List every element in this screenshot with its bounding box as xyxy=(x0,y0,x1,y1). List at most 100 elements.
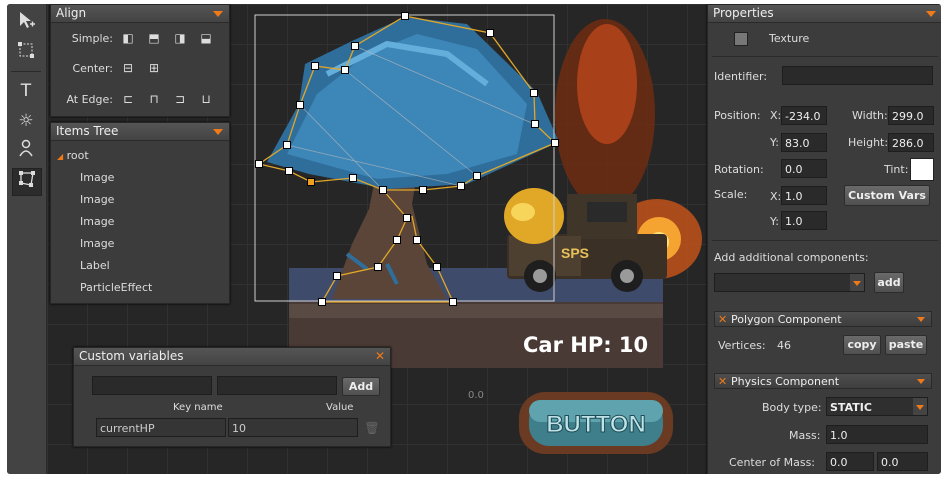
collapse-icon[interactable] xyxy=(213,11,223,17)
tree-root-label: root xyxy=(66,149,89,162)
close-icon[interactable]: ✕ xyxy=(375,348,385,365)
remove-icon[interactable]: ✕ xyxy=(718,374,727,390)
edge-right-icon[interactable]: ⊐ xyxy=(172,92,188,106)
scale-y-input[interactable]: 1.0 xyxy=(781,211,827,230)
vertex-handle[interactable] xyxy=(457,182,465,190)
rotation-input[interactable]: 0.0 xyxy=(781,159,827,178)
vertex-handle[interactable] xyxy=(351,42,359,50)
tree-root[interactable]: ◢ root xyxy=(57,149,89,162)
collapse-icon[interactable] xyxy=(213,129,223,135)
position-y-input[interactable]: 83.0 xyxy=(781,133,827,152)
tint-color-swatch[interactable] xyxy=(910,158,934,181)
value-input[interactable] xyxy=(217,376,337,395)
align-bottom-icon[interactable]: ⬓ xyxy=(198,31,214,45)
vertex-handle[interactable] xyxy=(374,263,382,271)
toolbar-divider xyxy=(11,71,41,72)
edge-bottom-icon[interactable]: ⊔ xyxy=(198,92,214,106)
properties-panel: Properties Texture Identifier: Position:… xyxy=(707,4,941,474)
collapse-icon[interactable] xyxy=(926,11,936,17)
key-name-input[interactable] xyxy=(92,376,212,395)
vertex-handle[interactable] xyxy=(551,139,559,147)
expand-arrow-icon[interactable]: ◢ xyxy=(57,152,63,161)
person-tool-icon[interactable] xyxy=(12,138,40,164)
vertex-handle[interactable] xyxy=(393,236,401,244)
polygon-component-header[interactable]: ✕ Polygon Component xyxy=(714,311,932,327)
center-of-mass-y-input[interactable]: 0.0 xyxy=(877,452,928,471)
center-of-mass-x-input[interactable]: 0.0 xyxy=(826,452,874,471)
vertex-handle[interactable] xyxy=(296,101,304,109)
text-tool-icon[interactable]: T xyxy=(12,78,40,104)
tree-item-image-1[interactable]: Image xyxy=(80,171,114,184)
vertex-handle[interactable] xyxy=(311,62,319,70)
collapse-icon[interactable] xyxy=(917,379,925,384)
align-center-vertical-icon[interactable]: ⊞ xyxy=(146,61,162,75)
remove-icon[interactable]: ✕ xyxy=(718,312,727,328)
width-input[interactable]: 299.0 xyxy=(888,106,934,125)
edge-top-icon[interactable]: ⊓ xyxy=(146,92,162,106)
vertex-handle[interactable] xyxy=(403,214,411,222)
vertex-handle[interactable] xyxy=(318,298,326,306)
vertex-handle[interactable] xyxy=(530,89,538,97)
transform-tool-icon[interactable] xyxy=(12,40,40,66)
add-variable-button[interactable]: Add xyxy=(342,377,380,396)
physics-component-title: Physics Component xyxy=(731,375,840,388)
paste-button[interactable]: paste xyxy=(885,335,927,355)
custom-vars-button[interactable]: Custom Vars xyxy=(844,185,930,206)
hp-label[interactable]: Car HP: 10 xyxy=(523,333,648,357)
physics-component-header[interactable]: ✕ Physics Component xyxy=(714,373,932,389)
tree-item-image-4[interactable]: Image xyxy=(80,237,114,250)
vertex-handle[interactable] xyxy=(486,29,494,37)
variable-value-cell[interactable]: 10 xyxy=(228,418,358,437)
tree-item-label[interactable]: Label xyxy=(80,259,110,272)
align-left-icon[interactable]: ◧ xyxy=(120,31,136,45)
edge-left-icon[interactable]: ⊏ xyxy=(120,92,136,106)
component-select[interactable] xyxy=(714,273,865,292)
vertex-handle[interactable] xyxy=(401,12,409,20)
vertex-handle[interactable] xyxy=(531,120,539,128)
height-input[interactable]: 286.0 xyxy=(888,133,934,152)
vertex-handle[interactable] xyxy=(449,298,457,306)
vertex-handle[interactable] xyxy=(333,272,341,280)
vertex-handle[interactable] xyxy=(379,186,387,194)
tree-item-image-3[interactable]: Image xyxy=(80,215,114,228)
vertex-handle[interactable] xyxy=(283,141,291,149)
light-tool-icon[interactable]: ☼ xyxy=(12,108,40,134)
position-x-input[interactable]: -234.0 xyxy=(781,106,827,125)
chevron-down-icon xyxy=(913,398,927,415)
position-label: Position: xyxy=(714,109,761,122)
align-top-icon[interactable]: ⬒ xyxy=(146,31,162,45)
vertex-handle[interactable] xyxy=(349,174,357,182)
body-type-select[interactable]: STATIC xyxy=(826,397,928,416)
vertex-handle[interactable] xyxy=(307,178,315,186)
align-right-icon[interactable]: ◨ xyxy=(172,31,188,45)
align-title: Align xyxy=(56,6,87,20)
scale-x-input[interactable]: 1.0 xyxy=(781,186,827,205)
collapse-icon[interactable] xyxy=(917,317,925,322)
trash-icon[interactable]: 🗑 xyxy=(364,421,380,435)
tree-item-particle-effect[interactable]: ParticleEffect xyxy=(80,281,152,294)
vertex-handle[interactable] xyxy=(413,236,421,244)
texture-label: Texture xyxy=(769,32,810,45)
align-center-horizontal-icon[interactable]: ⊟ xyxy=(120,61,136,75)
vertex-handle[interactable] xyxy=(473,172,481,180)
scale-y-label: Y: xyxy=(770,215,779,228)
vertex-handle[interactable] xyxy=(341,66,349,74)
add-component-button[interactable]: add xyxy=(874,272,904,293)
identifier-input[interactable] xyxy=(782,66,933,85)
mass-label: Mass: xyxy=(789,429,821,442)
vertex-handle[interactable] xyxy=(433,263,441,271)
tree-item-image-2[interactable]: Image xyxy=(80,193,114,206)
position-y-label: Y: xyxy=(770,136,779,149)
variable-key-cell[interactable]: currentHP xyxy=(96,418,226,437)
copy-button[interactable]: copy xyxy=(843,335,881,355)
properties-title: Properties xyxy=(708,5,941,23)
polygon-tool-icon[interactable] xyxy=(12,168,42,196)
vertex-handle[interactable] xyxy=(419,186,427,194)
mass-input[interactable]: 1.0 xyxy=(826,425,928,444)
vertex-handle[interactable] xyxy=(255,160,263,168)
tint-label: Tint: xyxy=(884,163,909,176)
align-panel: Align Simple: ◧ ⬒ ◨ ⬓ Center: ⊟ ⊞ At Edg… xyxy=(50,4,230,117)
vertex-handle[interactable] xyxy=(285,167,293,175)
body-type-label: Body type: xyxy=(762,401,822,414)
select-tool-icon[interactable] xyxy=(12,10,40,36)
